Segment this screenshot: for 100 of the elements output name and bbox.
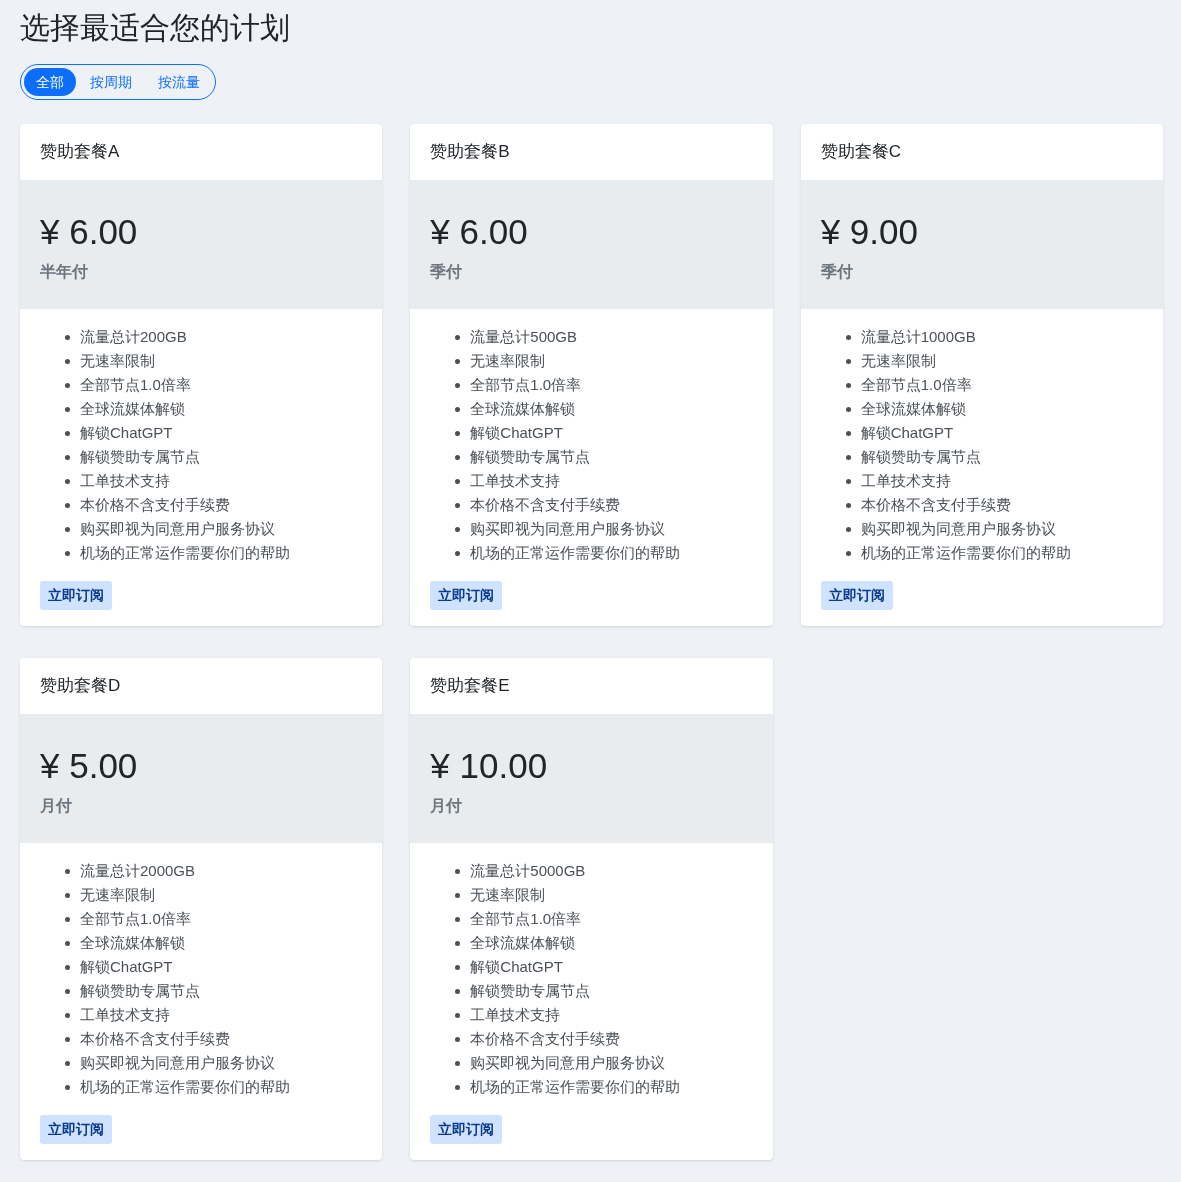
bullet-icon: [845, 550, 851, 556]
bullet-icon: [845, 406, 851, 412]
bullet-icon: [455, 892, 461, 898]
feature-text: 全部节点1.0倍率: [470, 909, 582, 929]
price: ¥ 6.00: [40, 211, 139, 253]
feature-text: 解锁赞助专属节点: [860, 447, 981, 467]
feature-text: 解锁ChatGPT: [80, 423, 173, 443]
feature-text: 机场的正常运作需要你们的帮助: [470, 1077, 681, 1097]
bullet-icon: [455, 526, 461, 532]
bullet-icon: [455, 940, 461, 946]
feature-text: 流量总计200GB: [80, 327, 187, 347]
feature-text: 无速率限制: [470, 885, 546, 905]
feature-text: 全球流媒体解锁: [80, 933, 185, 953]
feature-text: 购买即视为同意用户服务协议: [470, 519, 666, 539]
bullet-icon: [455, 1060, 461, 1066]
bullet-icon: [845, 526, 851, 532]
page-title: 选择最适合您的计划: [20, 10, 291, 46]
bullet-icon: [845, 478, 851, 484]
bullet-icon: [65, 430, 70, 436]
bullet-icon: [455, 358, 461, 364]
bullet-icon: [845, 502, 851, 508]
feature-text: 购买即视为同意用户服务协议: [80, 519, 275, 539]
feature-text: 无速率限制: [860, 351, 936, 371]
subscribe-button[interactable]: 立即订阅: [40, 581, 112, 610]
bullet-icon: [845, 430, 851, 436]
billing-period: 季付: [820, 262, 854, 282]
feature-text: 流量总计1000GB: [860, 327, 976, 347]
feature-text: 本价格不含支付手续费: [470, 495, 621, 515]
bullet-icon: [455, 502, 461, 508]
feature-text: 解锁赞助专属节点: [470, 447, 591, 467]
feature-text: 工单技术支持: [80, 471, 170, 491]
filter-tab[interactable]: 按周期: [78, 68, 144, 96]
bullet-icon: [455, 550, 461, 556]
subscribe-button[interactable]: 立即订阅: [430, 581, 503, 610]
subscribe-button[interactable]: 立即订阅: [430, 1115, 503, 1144]
feature-text: 解锁赞助专属节点: [80, 447, 200, 467]
bullet-icon: [65, 868, 70, 874]
feature-text: 解锁ChatGPT: [860, 423, 954, 443]
bullet-icon: [455, 916, 461, 922]
feature-text: 机场的正常运作需要你们的帮助: [80, 1077, 290, 1097]
billing-period: 月付: [40, 796, 73, 816]
feature-text: 工单技术支持: [80, 1005, 170, 1025]
bullet-icon: [65, 478, 70, 484]
bullet-icon: [455, 1084, 461, 1090]
feature-text: 解锁赞助专属节点: [80, 981, 200, 1001]
feature-text: 本价格不含支付手续费: [80, 1029, 230, 1049]
feature-text: 全部节点1.0倍率: [470, 375, 582, 395]
bullet-icon: [65, 892, 70, 898]
bullet-icon: [455, 334, 461, 340]
bullet-icon: [845, 334, 851, 340]
price: ¥ 6.00: [430, 211, 529, 253]
bullet-icon: [845, 358, 851, 364]
bullet-icon: [455, 430, 461, 436]
billing-period: 半年付: [40, 262, 89, 282]
price: ¥ 10.00: [430, 745, 549, 787]
bullet-icon: [65, 406, 70, 412]
plan-name: 赞助套餐D: [40, 675, 121, 698]
feature-text: 无速率限制: [470, 351, 546, 371]
feature-text: 工单技术支持: [470, 1005, 561, 1025]
bullet-icon: [65, 988, 70, 994]
bullet-icon: [65, 940, 70, 946]
bullet-icon: [65, 1036, 70, 1042]
feature-text: 购买即视为同意用户服务协议: [80, 1053, 275, 1073]
feature-text: 全部节点1.0倍率: [80, 375, 191, 395]
bullet-icon: [65, 916, 70, 922]
feature-text: 本价格不含支付手续费: [470, 1029, 621, 1049]
bullet-icon: [455, 868, 461, 874]
feature-text: 无速率限制: [80, 351, 155, 371]
feature-text: 解锁赞助专属节点: [470, 981, 591, 1001]
bullet-icon: [65, 1084, 70, 1090]
bullet-icon: [65, 526, 70, 532]
bullet-icon: [455, 1036, 461, 1042]
plan-name: 赞助套餐C: [820, 141, 901, 164]
bullet-icon: [65, 454, 70, 460]
feature-text: 流量总计5000GB: [470, 861, 586, 881]
billing-period: 季付: [430, 262, 464, 282]
feature-text: 工单技术支持: [470, 471, 561, 491]
filter-tab[interactable]: 按流量: [146, 68, 212, 96]
bullet-icon: [455, 478, 461, 484]
feature-text: 购买即视为同意用户服务协议: [470, 1053, 666, 1073]
feature-text: 机场的正常运作需要你们的帮助: [860, 543, 1071, 563]
bullet-icon: [455, 382, 461, 388]
subscribe-button[interactable]: 立即订阅: [40, 1115, 112, 1144]
bullet-icon: [455, 988, 461, 994]
bullet-icon: [65, 502, 70, 508]
filter-tab[interactable]: 全部: [24, 68, 76, 96]
feature-text: 全球流媒体解锁: [860, 399, 966, 419]
feature-text: 机场的正常运作需要你们的帮助: [80, 543, 290, 563]
bullet-icon: [65, 1060, 70, 1066]
billing-period: 月付: [430, 796, 464, 816]
feature-text: 本价格不含支付手续费: [80, 495, 230, 515]
price: ¥ 9.00: [820, 211, 919, 253]
plan-name: 赞助套餐B: [430, 141, 510, 164]
feature-text: 机场的正常运作需要你们的帮助: [470, 543, 681, 563]
bullet-icon: [65, 382, 70, 388]
bullet-icon: [455, 964, 461, 970]
feature-text: 全球流媒体解锁: [470, 399, 576, 419]
subscribe-button[interactable]: 立即订阅: [820, 581, 893, 610]
bullet-icon: [65, 358, 70, 364]
feature-text: 流量总计500GB: [470, 327, 578, 347]
